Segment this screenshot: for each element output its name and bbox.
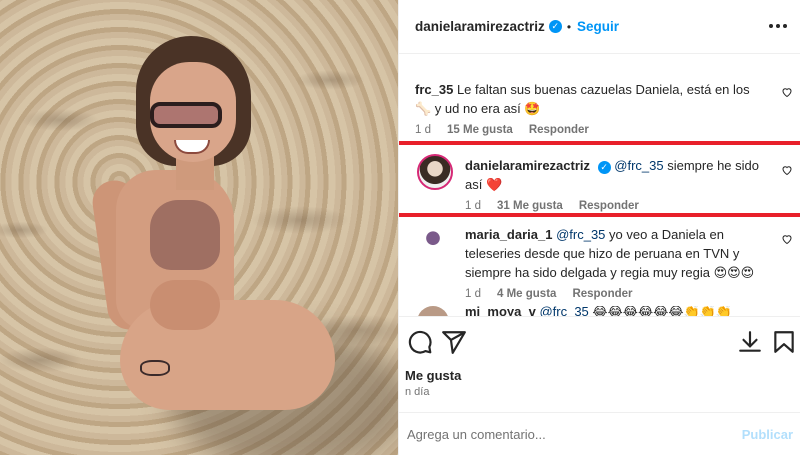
reply-button[interactable]: Responder — [572, 288, 632, 300]
comment-username[interactable]: danielaramirezactriz — [465, 158, 590, 173]
comment-likes[interactable]: 15 Me gusta — [447, 124, 513, 136]
verified-badge-icon: ✓ — [548, 20, 562, 33]
avatar[interactable] — [417, 154, 453, 190]
comment-item: mi_moya_v @frc_35 😂😂😂😂😂😂👏👏👏 — [399, 306, 800, 316]
comment-username[interactable]: frc_35 — [415, 82, 453, 97]
avatar[interactable] — [417, 306, 449, 316]
comment-text: Le faltan sus buenas cazuelas Daniela, e… — [415, 82, 750, 116]
post-photo — [0, 0, 398, 455]
post-button[interactable]: Publicar — [742, 427, 793, 442]
comment-username[interactable]: mi_moya_v — [465, 306, 536, 316]
comment-composer: Publicar — [399, 412, 800, 455]
header-username[interactable]: danielaramirezactriz — [415, 19, 545, 34]
post-age: n día — [405, 386, 430, 398]
comment-mention[interactable]: @frc_35 — [539, 306, 588, 316]
comment-icon[interactable] — [407, 329, 433, 355]
reply-button[interactable]: Responder — [529, 124, 589, 136]
comment-likes[interactable]: 31 Me gusta — [497, 200, 563, 212]
follow-button[interactable]: Seguir — [577, 19, 619, 34]
heart-icon[interactable] — [781, 164, 793, 176]
post-header: danielaramirezactriz ✓ • Seguir — [399, 0, 800, 54]
comment-input[interactable] — [407, 426, 742, 442]
heart-icon[interactable] — [781, 86, 793, 98]
comments-panel: danielaramirezactriz ✓ • Seguir frc_35 L… — [398, 0, 800, 455]
reply-button[interactable]: Responder — [579, 200, 639, 212]
comment-item: danielaramirezactriz ✓ @frc_35 siempre h… — [399, 154, 800, 212]
comment-username[interactable]: maria_daria_1 — [465, 227, 552, 242]
comment-item: maria_daria_1 @frc_35 yo veo a Daniela e… — [399, 225, 800, 300]
comment-mention[interactable]: @frc_35 — [556, 227, 605, 242]
likes-label[interactable]: Me gusta — [405, 368, 461, 383]
heart-icon[interactable] — [781, 233, 793, 245]
comment-text: 😂😂😂😂😂😂👏👏👏 — [592, 306, 733, 316]
comment-time: 1 d — [465, 288, 481, 300]
comment-likes[interactable]: 4 Me gusta — [497, 288, 556, 300]
comment-time: 1 d — [415, 124, 431, 136]
highlight-line — [399, 213, 800, 217]
download-icon[interactable] — [737, 329, 763, 355]
bookmark-icon[interactable] — [771, 329, 797, 355]
avatar[interactable] — [417, 227, 449, 259]
verified-badge-icon: ✓ — [597, 161, 611, 174]
highlight-line — [399, 141, 800, 145]
action-bar — [399, 316, 800, 368]
share-icon[interactable] — [441, 329, 467, 355]
comment-item: frc_35 Le faltan sus buenas cazuelas Dan… — [399, 80, 800, 136]
comment-time: 1 d — [465, 200, 481, 212]
comment-mention[interactable]: @frc_35 — [614, 158, 663, 173]
more-options-icon[interactable] — [769, 18, 789, 34]
